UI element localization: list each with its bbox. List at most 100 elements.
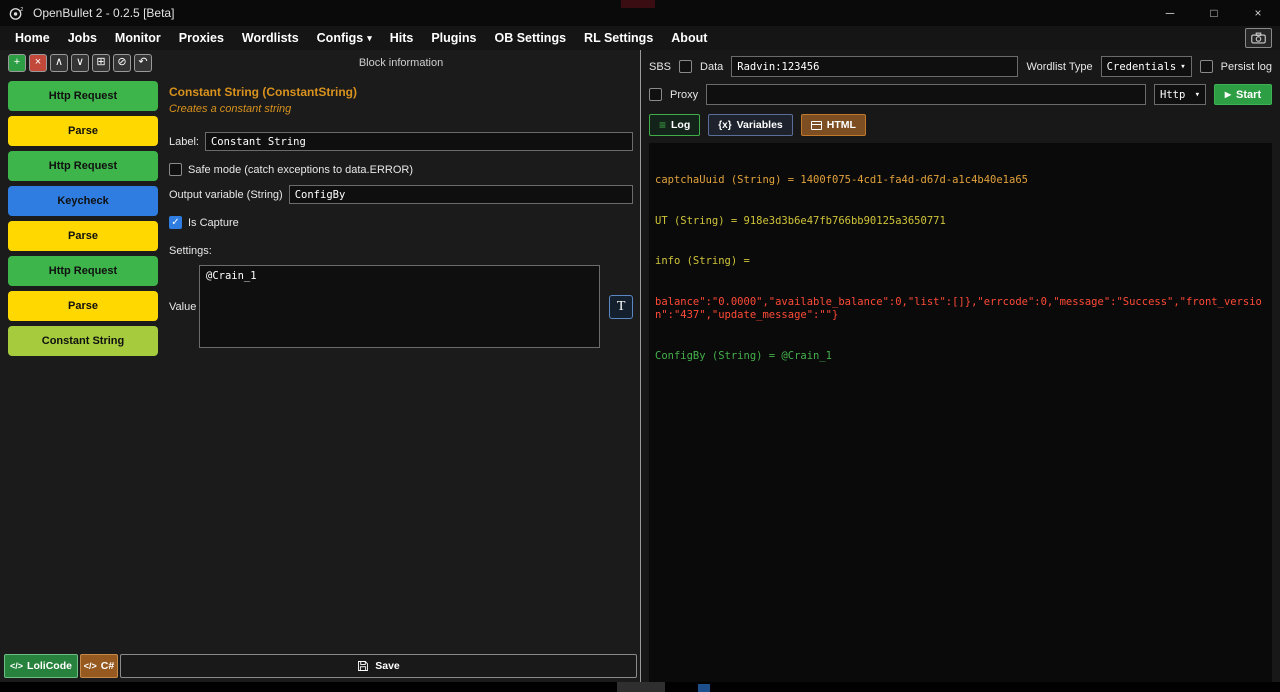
code-icon: </> bbox=[84, 661, 97, 671]
block-label-input[interactable] bbox=[205, 132, 633, 151]
debugger-panel: SBS Data Wordlist Type Credentials ▾ Per… bbox=[641, 50, 1280, 682]
menu-item-monitor[interactable]: Monitor bbox=[106, 31, 170, 45]
persist-log-checkbox[interactable] bbox=[1200, 60, 1213, 73]
output-variable-caption: Output variable (String) bbox=[169, 189, 283, 201]
proxy-label: Proxy bbox=[670, 89, 698, 101]
main-area: + × ∧ ∨ ⊞ ⊘ ↶ Http Request Parse Http Re… bbox=[0, 50, 1280, 682]
label-field-caption: Label: bbox=[169, 136, 199, 148]
screenshot-button[interactable] bbox=[1245, 28, 1272, 48]
tab-log-label: Log bbox=[671, 119, 690, 131]
wordlist-type-value: Credentials bbox=[1107, 61, 1177, 73]
tab-variables-label: Variables bbox=[737, 119, 783, 131]
move-block-down-button[interactable]: ∨ bbox=[71, 54, 89, 72]
stack-block-http-request-1[interactable]: Http Request bbox=[8, 81, 158, 111]
lolicode-label: LoliCode bbox=[27, 660, 72, 672]
value-field-caption: Value bbox=[169, 301, 199, 313]
log-line: captchaUuid (String) = 1400f075-4cd1-fa4… bbox=[655, 174, 1266, 188]
debugger-proxy-row: Proxy Http ▾ ▶ Start bbox=[649, 84, 1272, 105]
log-line: UT (String) = 918e3d3b6e47fb766bb90125a3… bbox=[655, 215, 1266, 229]
code-icon: </> bbox=[10, 661, 23, 671]
sbs-checkbox[interactable] bbox=[679, 60, 692, 73]
stacker-bottom-bar: </> LoliCode </> C# Save bbox=[0, 654, 640, 682]
menu-item-home[interactable]: Home bbox=[6, 31, 59, 45]
wordlist-type-select[interactable]: Credentials ▾ bbox=[1101, 56, 1192, 77]
csharp-button[interactable]: </> C# bbox=[80, 654, 118, 678]
config-stacker-pane: + × ∧ ∨ ⊞ ⊘ ↶ Http Request Parse Http Re… bbox=[0, 50, 641, 682]
proxy-type-select[interactable]: Http ▾ bbox=[1154, 84, 1206, 105]
stack-block-parse-3[interactable]: Parse bbox=[8, 291, 158, 321]
menu-item-hits[interactable]: Hits bbox=[381, 31, 423, 45]
proxy-checkbox[interactable] bbox=[649, 88, 662, 101]
stack-block-parse-1[interactable]: Parse bbox=[8, 116, 158, 146]
app-logo-icon: 2 bbox=[8, 5, 25, 21]
menu-item-wordlists[interactable]: Wordlists bbox=[233, 31, 308, 45]
sbs-label: SBS bbox=[649, 61, 671, 73]
start-button[interactable]: ▶ Start bbox=[1214, 84, 1272, 105]
persist-log-label: Persist log bbox=[1221, 61, 1272, 73]
undo-button[interactable]: ↶ bbox=[134, 54, 152, 72]
save-icon bbox=[357, 660, 369, 672]
delete-block-button[interactable]: × bbox=[29, 54, 47, 72]
tab-html-label: HTML bbox=[827, 119, 856, 131]
list-icon: ≡ bbox=[659, 118, 666, 132]
variable-type-button[interactable]: T bbox=[609, 295, 633, 319]
chevron-down-icon: ▾ bbox=[1195, 90, 1200, 100]
menu-bar: Home Jobs Monitor Proxies Wordlists Conf… bbox=[0, 26, 1280, 50]
block-title: Constant String (ConstantString) bbox=[169, 85, 633, 99]
save-button[interactable]: Save bbox=[120, 654, 637, 678]
safe-mode-label: Safe mode (catch exceptions to data.ERRO… bbox=[188, 164, 413, 176]
block-stack: Http Request Parse Http Request Keycheck… bbox=[8, 81, 158, 356]
camera-icon bbox=[1251, 32, 1266, 44]
openbullet-window: 2 OpenBullet 2 - 0.2.5 [Beta] ─ □ × Home… bbox=[0, 0, 1280, 692]
block-description: Creates a constant string bbox=[169, 103, 633, 115]
log-line: info (String) = bbox=[655, 255, 1266, 269]
stack-block-constant-string[interactable]: Constant String bbox=[8, 326, 158, 356]
output-variable-input[interactable] bbox=[289, 185, 633, 204]
play-icon: ▶ bbox=[1225, 90, 1231, 99]
recording-indicator bbox=[621, 0, 655, 8]
menu-item-proxies[interactable]: Proxies bbox=[170, 31, 233, 45]
stack-block-keycheck[interactable]: Keycheck bbox=[8, 186, 158, 216]
tab-variables[interactable]: {x} Variables bbox=[708, 114, 792, 136]
stack-block-parse-2[interactable]: Parse bbox=[8, 221, 158, 251]
menu-item-plugins[interactable]: Plugins bbox=[422, 31, 485, 45]
window-controls: ─ □ × bbox=[1148, 0, 1280, 26]
check-icon: ✓ bbox=[171, 218, 179, 228]
csharp-label: C# bbox=[101, 660, 114, 672]
taskbar-item bbox=[698, 684, 710, 692]
is-capture-checkbox[interactable]: ✓ bbox=[169, 216, 182, 229]
maximize-button[interactable]: □ bbox=[1192, 0, 1236, 26]
menu-item-jobs[interactable]: Jobs bbox=[59, 31, 106, 45]
close-button[interactable]: × bbox=[1236, 0, 1280, 26]
tab-log[interactable]: ≡ Log bbox=[649, 114, 700, 136]
disable-block-button[interactable]: ⊘ bbox=[113, 54, 131, 72]
clone-block-button[interactable]: ⊞ bbox=[92, 54, 110, 72]
block-information-header: Block information bbox=[169, 57, 633, 69]
menu-item-about[interactable]: About bbox=[662, 31, 716, 45]
value-textarea[interactable]: @Crain_1 bbox=[199, 265, 600, 348]
add-block-button[interactable]: + bbox=[8, 54, 26, 72]
log-line: balance":"0.0000","available_balance":0,… bbox=[655, 296, 1266, 323]
chevron-down-icon: ▾ bbox=[367, 33, 372, 44]
proxy-input[interactable] bbox=[706, 84, 1146, 105]
data-input[interactable] bbox=[731, 56, 1018, 77]
tab-html[interactable]: HTML bbox=[801, 114, 866, 136]
stack-block-http-request-3[interactable]: Http Request bbox=[8, 256, 158, 286]
debugger-log[interactable]: captchaUuid (String) = 1400f075-4cd1-fa4… bbox=[649, 143, 1272, 682]
is-capture-label: Is Capture bbox=[188, 217, 239, 229]
log-line: ConfigBy (String) = @Crain_1 bbox=[655, 350, 1266, 364]
move-block-up-button[interactable]: ∧ bbox=[50, 54, 68, 72]
menu-item-ob-settings[interactable]: OB Settings bbox=[486, 31, 576, 45]
menu-item-configs-label: Configs bbox=[317, 31, 364, 45]
minimize-button[interactable]: ─ bbox=[1148, 0, 1192, 26]
start-label: Start bbox=[1236, 89, 1261, 101]
lolicode-button[interactable]: </> LoliCode bbox=[4, 654, 78, 678]
stack-toolbar: + × ∧ ∨ ⊞ ⊘ ↶ bbox=[8, 54, 162, 72]
debugger-tabs: ≡ Log {x} Variables HTML bbox=[649, 114, 1272, 136]
safe-mode-checkbox[interactable] bbox=[169, 163, 182, 176]
stack-block-http-request-2[interactable]: Http Request bbox=[8, 151, 158, 181]
data-label: Data bbox=[700, 61, 723, 73]
save-label: Save bbox=[375, 660, 400, 672]
menu-item-rl-settings[interactable]: RL Settings bbox=[575, 31, 662, 45]
menu-item-configs[interactable]: Configs ▾ bbox=[308, 31, 381, 45]
